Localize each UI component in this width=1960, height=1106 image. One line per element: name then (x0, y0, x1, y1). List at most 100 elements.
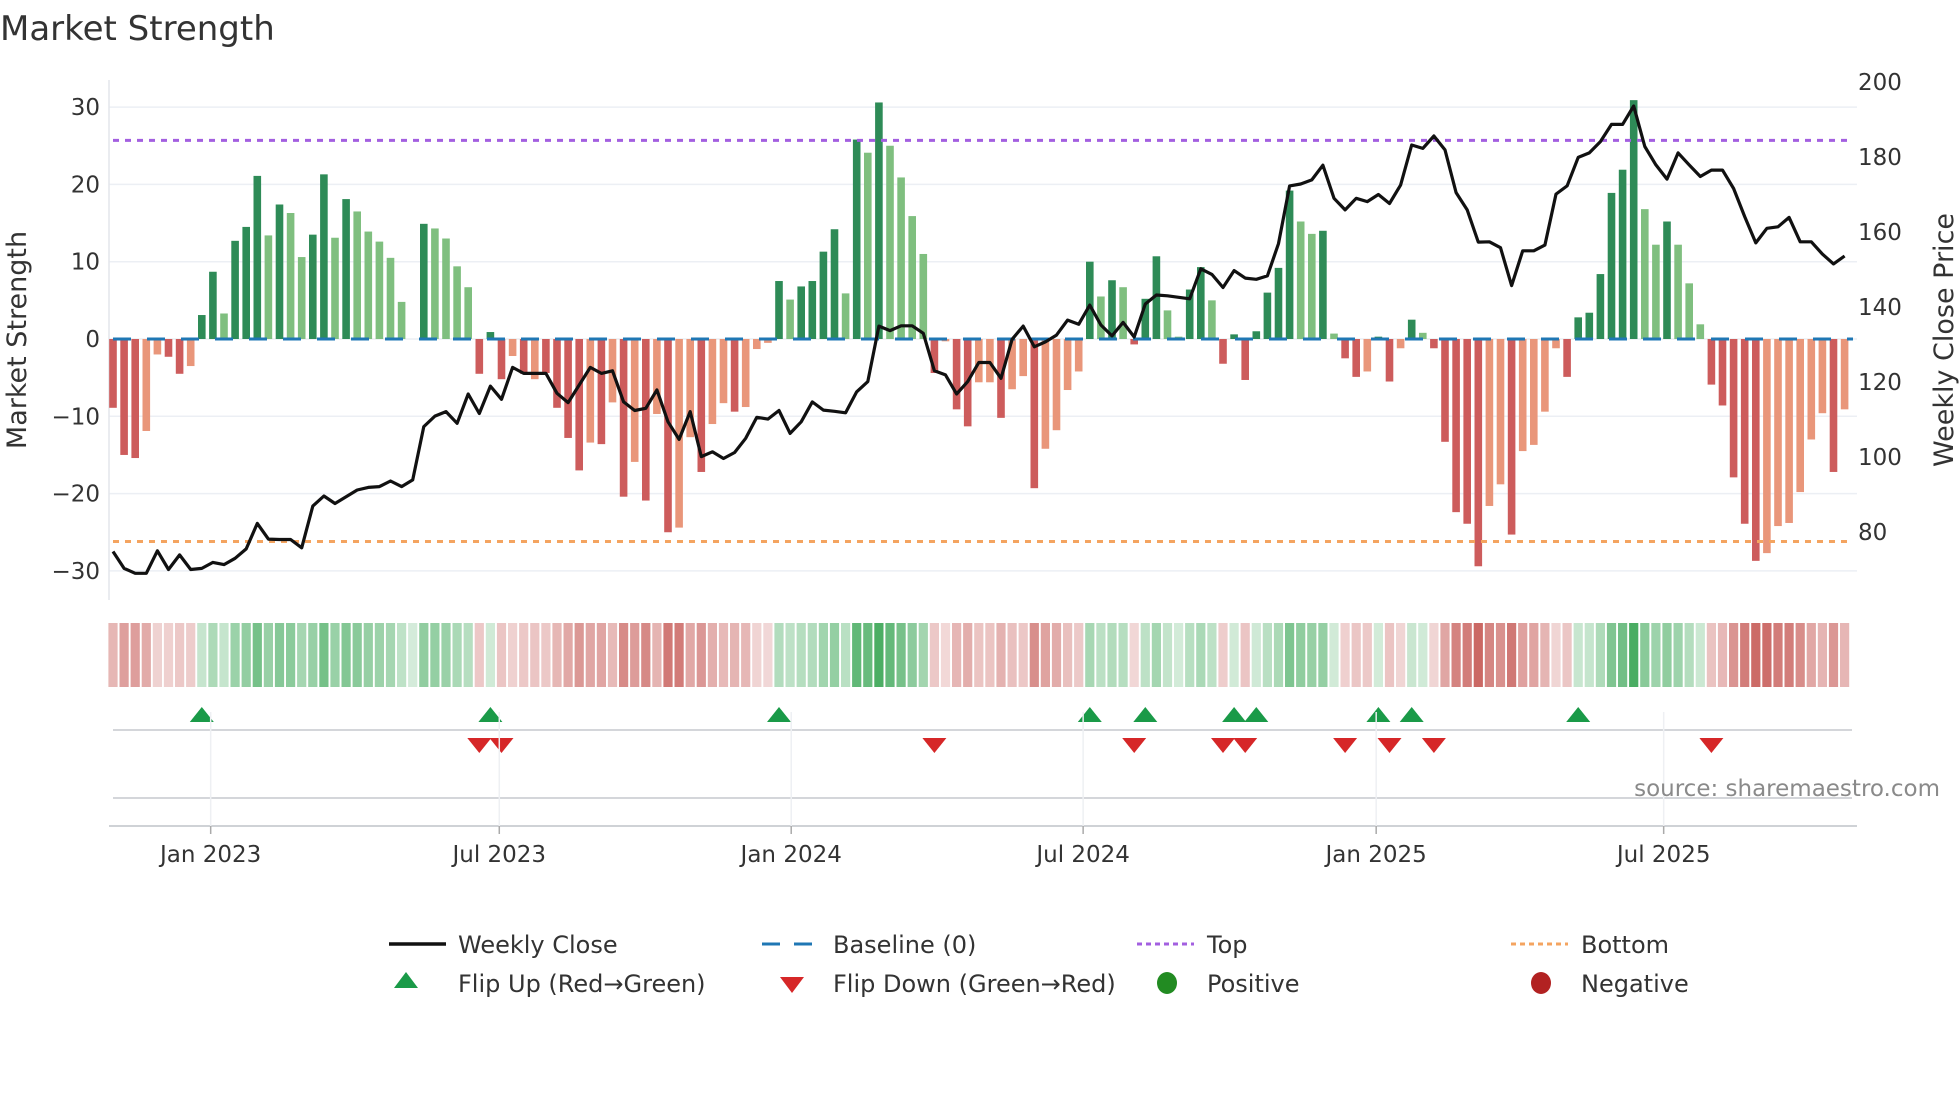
y2-tick-label: 160 (1858, 220, 1902, 246)
strength-bar (220, 313, 228, 339)
strength-bar (342, 199, 350, 339)
heat-strip-cell (1285, 623, 1294, 687)
legend-item-top[interactable]: Top (1137, 931, 1248, 959)
heat-strip-cell (1230, 623, 1239, 687)
strength-bar (1208, 300, 1216, 339)
strength-bar (575, 339, 583, 470)
legend-label: Negative (1581, 970, 1689, 998)
strength-bar (1075, 339, 1083, 371)
strength-bar (1031, 339, 1039, 488)
heat-strip-cell (353, 623, 362, 687)
strength-bar (1275, 268, 1283, 339)
strength-bar (198, 315, 206, 339)
legend-item-flip-up[interactable]: Flip Up (Red→Green) (394, 970, 706, 998)
heat-strip-cell (319, 623, 328, 687)
strength-bar (154, 339, 162, 354)
strength-bar (353, 211, 361, 339)
heat-strip-cell (1052, 623, 1061, 687)
strength-bar (1341, 339, 1349, 358)
strength-bar (1719, 339, 1727, 405)
strength-bar (242, 227, 250, 339)
heat-strip-cell (652, 623, 661, 687)
legend-item-bottom[interactable]: Bottom (1511, 931, 1669, 959)
heat-strip-cell (1762, 623, 1771, 687)
strength-bar (986, 339, 994, 382)
strength-bar (298, 257, 306, 339)
strength-bar (1674, 245, 1682, 339)
heat-strip-cell (242, 623, 251, 687)
heat-strip-cell (974, 623, 983, 687)
heat-strip-cell (1496, 623, 1505, 687)
heat-strip-cell (952, 623, 961, 687)
heat-strip-cell (697, 623, 706, 687)
legend-item-negative[interactable]: Negative (1531, 970, 1689, 998)
heat-strip-cell (120, 623, 129, 687)
heat-strip-cell (219, 623, 228, 687)
strength-bar (1364, 339, 1372, 371)
strength-bar (1064, 339, 1072, 390)
strength-bar (1164, 310, 1172, 339)
strength-bar (1608, 193, 1616, 339)
heat-strip-cell (1651, 623, 1660, 687)
heat-strip-cell (1574, 623, 1583, 687)
heat-strip-cell (1174, 623, 1183, 687)
strength-bar (1763, 339, 1771, 553)
strength-bar (131, 339, 139, 458)
heat-strip-cell (1829, 623, 1838, 687)
strength-bar (1019, 339, 1027, 376)
flip-up-marker (1400, 707, 1424, 722)
heat-strip-cell (1096, 623, 1105, 687)
left-axis-ticks: 3020100−10−20−30 (51, 95, 100, 585)
strength-bar (1308, 234, 1316, 339)
strength-bar (476, 339, 484, 374)
legend-item-flip-down[interactable]: Flip Down (Green→Red) (780, 970, 1116, 998)
chart-title: Market Strength (0, 9, 275, 49)
legend-item-positive[interactable]: Positive (1157, 970, 1300, 998)
heat-strip-cell (508, 623, 517, 687)
strength-bar (1774, 339, 1782, 526)
strength-bar (653, 339, 661, 414)
heat-strip-cell (1429, 623, 1438, 687)
strength-bar (187, 339, 195, 366)
heat-strip-cell (1540, 623, 1549, 687)
y2-tick-label: 180 (1858, 145, 1902, 171)
strength-bar (1530, 339, 1538, 445)
strength-bar (1408, 320, 1416, 339)
legend-label: Top (1206, 931, 1248, 959)
y2-tick-label: 120 (1858, 370, 1902, 396)
strength-bar (875, 102, 883, 339)
heat-strip-cell (841, 623, 850, 687)
flip-down-marker (1699, 738, 1723, 753)
y2-axis-label: Weekly Close Price (1929, 213, 1960, 467)
heat-strip-cell (1385, 623, 1394, 687)
flip-up-marker (1133, 707, 1157, 722)
heat-strip-cell (275, 623, 284, 687)
strength-bar (775, 281, 783, 339)
y-tick-label: 30 (71, 95, 100, 121)
heat-strip-cell (1318, 623, 1327, 687)
strength-bar (276, 204, 284, 339)
heat-strip-cell (1452, 623, 1461, 687)
heat-strip-cell (897, 623, 906, 687)
heat-strip-cell (1463, 623, 1472, 687)
heat-strip-cell (441, 623, 450, 687)
legend-label: Positive (1207, 970, 1300, 998)
heat-strip-cell (1352, 623, 1361, 687)
strength-bar (143, 339, 151, 431)
heat-strip-cell (1518, 623, 1527, 687)
strength-bar (365, 232, 373, 339)
heat-strip-cell (486, 623, 495, 687)
strength-bar (1841, 339, 1849, 409)
heat-strip-cell (963, 623, 972, 687)
heat-strip-cell (1718, 623, 1727, 687)
source-credit: source: sharemaestro.com (1634, 776, 1940, 802)
heat-strip-cell (1263, 623, 1272, 687)
strength-bar (709, 339, 717, 424)
gridlines (109, 80, 1857, 600)
legend-item-weekly-close[interactable]: Weekly Close (389, 931, 618, 959)
flip-up-marker (767, 707, 791, 722)
legend-item-baseline[interactable]: Baseline (0) (762, 931, 976, 959)
heat-strip-cell (1618, 623, 1627, 687)
heat-strip-cell (1241, 623, 1250, 687)
strength-bar (1042, 339, 1050, 449)
